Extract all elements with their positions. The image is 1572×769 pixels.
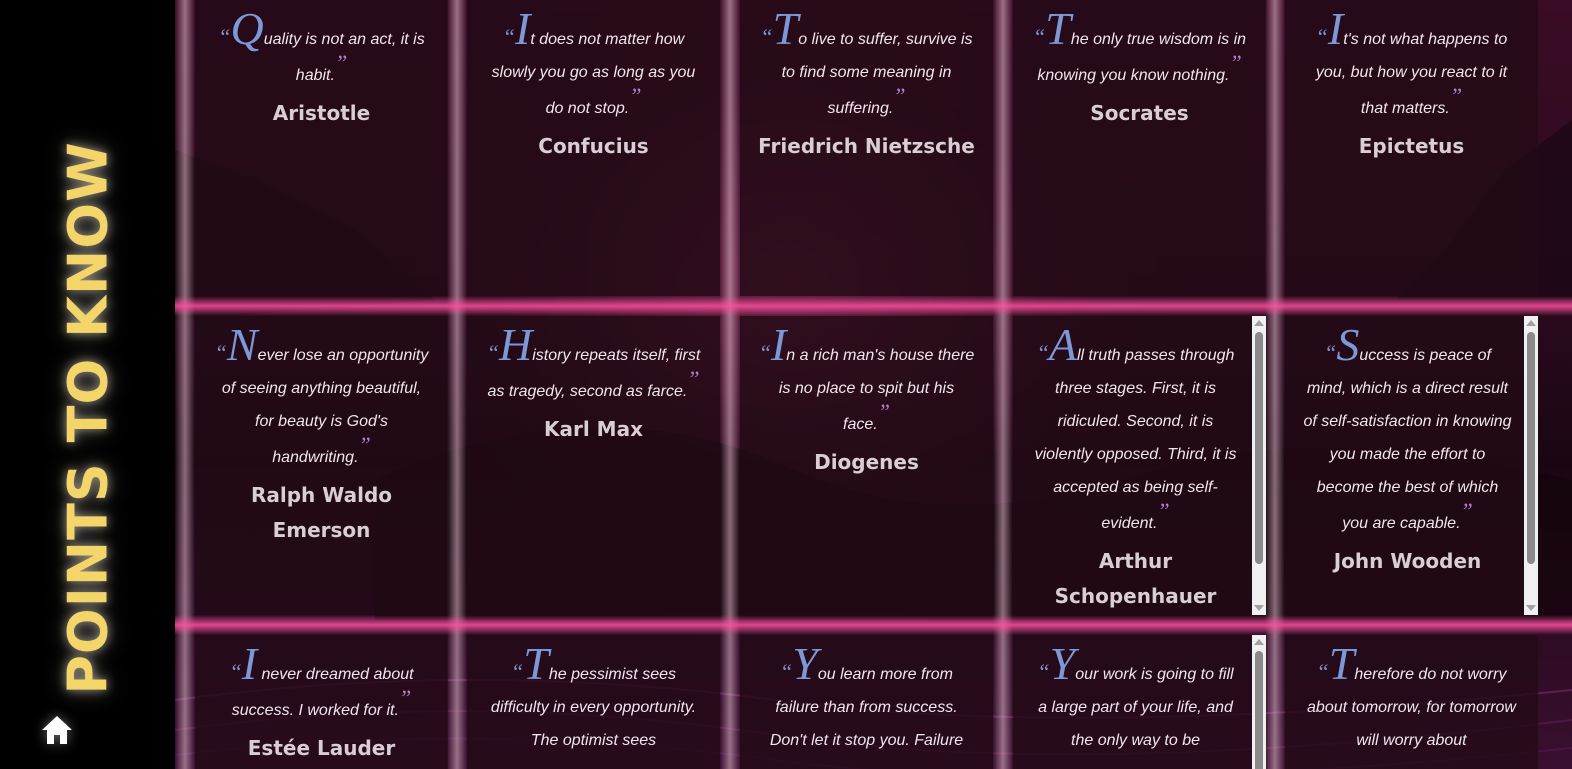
glow-divider [447, 0, 467, 769]
quote-author: Estée Lauder [247, 736, 396, 760]
quote-text: “To live to suffer, survive is to find s… [760, 3, 973, 118]
quote-card[interactable]: “You learn more from failure than from s… [740, 635, 993, 769]
glow-divider [175, 615, 1572, 635]
quote-card[interactable]: “Never lose an opportunity of seeing any… [195, 316, 448, 615]
scroll-thumb[interactable] [1527, 332, 1535, 564]
glow-divider [993, 0, 1013, 769]
glow-divider [175, 296, 1572, 316]
quote-grid: “Quality is not an act, it is habit.” Ar… [175, 0, 1572, 769]
quote-author: Friedrich Nietzsche [758, 134, 975, 158]
quote-text: “The only true wisdom is in knowing you … [1032, 3, 1247, 85]
quote-card[interactable]: “Therefore do not worry about tomorrow, … [1285, 635, 1538, 769]
quote-card[interactable]: “Your work is going to fill a large part… [1013, 635, 1266, 769]
quote-text: “Quality is not an act, it is habit.” [218, 3, 425, 85]
quote-text: “Therefore do not worry about tomorrow, … [1307, 638, 1516, 750]
quote-author: Confucius [538, 134, 649, 158]
card-scrollbar[interactable] [1252, 316, 1266, 615]
sidebar-title: POINTS TO KNOW [56, 141, 120, 695]
glow-divider [1265, 0, 1285, 769]
quote-text: “Never lose an opportunity of seeing any… [214, 319, 429, 467]
quote-card[interactable]: “It's not what happens to you, but how y… [1285, 0, 1538, 296]
quote-card[interactable]: “History repeats itself, first as traged… [467, 316, 720, 615]
scroll-up-arrow-icon[interactable] [1526, 320, 1536, 326]
quote-card[interactable]: “In a rich man's house there is no place… [740, 316, 993, 615]
quote-text: “It does not matter how slowly you go as… [491, 3, 696, 118]
sidebar: POINTS TO KNOW [0, 0, 175, 769]
quote-author: Karl Max [544, 417, 643, 441]
quote-text: “It's not what happens to you, but how y… [1315, 3, 1508, 118]
quote-author: Ralph Waldo Emerson [250, 483, 393, 542]
quote-card[interactable]: “Success is peace of mind, which is a di… [1285, 316, 1538, 615]
card-scrollbar[interactable] [1252, 635, 1266, 769]
quote-text: “The pessimist sees difficulty in every … [490, 638, 697, 750]
quote-text: “All truth passes through three stages. … [1034, 319, 1237, 533]
glow-divider [175, 0, 195, 769]
quote-text: “I never dreamed about success. I worked… [229, 638, 414, 720]
scroll-down-arrow-icon[interactable] [1254, 605, 1264, 611]
quote-author: Epictetus [1358, 134, 1465, 158]
quote-author: Diogenes [814, 450, 919, 474]
quote-author: Arthur Schopenhauer [1054, 549, 1217, 608]
glow-divider [720, 0, 740, 769]
quote-text: “History repeats itself, first as traged… [486, 319, 701, 401]
card-scrollbar[interactable] [1524, 316, 1538, 615]
scroll-up-arrow-icon[interactable] [1254, 639, 1264, 645]
quote-card[interactable]: “The pessimist sees difficulty in every … [467, 635, 720, 769]
quote-card[interactable]: “All truth passes through three stages. … [1013, 316, 1266, 615]
quote-card[interactable]: “It does not matter how slowly you go as… [467, 0, 720, 296]
scroll-down-arrow-icon[interactable] [1526, 605, 1536, 611]
quote-card[interactable]: “The only true wisdom is in knowing you … [1013, 0, 1266, 296]
quote-author: Aristotle [272, 101, 371, 125]
quote-text: “In a rich man's house there is no place… [758, 319, 975, 434]
quote-card[interactable]: “I never dreamed about success. I worked… [195, 635, 448, 769]
quote-text: “Success is peace of mind, which is a di… [1303, 319, 1512, 533]
scroll-up-arrow-icon[interactable] [1254, 320, 1264, 326]
scroll-thumb[interactable] [1255, 651, 1263, 769]
quote-card[interactable]: “Quality is not an act, it is habit.” Ar… [195, 0, 448, 296]
quote-author: John Wooden [1333, 549, 1482, 573]
quote-text: “Your work is going to fill a large part… [1037, 638, 1234, 750]
scroll-thumb[interactable] [1255, 332, 1263, 564]
home-icon[interactable] [40, 714, 74, 746]
quote-author: Socrates [1090, 101, 1189, 125]
quote-card[interactable]: “To live to suffer, survive is to find s… [740, 0, 993, 296]
quote-text: “You learn more from failure than from s… [769, 638, 964, 750]
